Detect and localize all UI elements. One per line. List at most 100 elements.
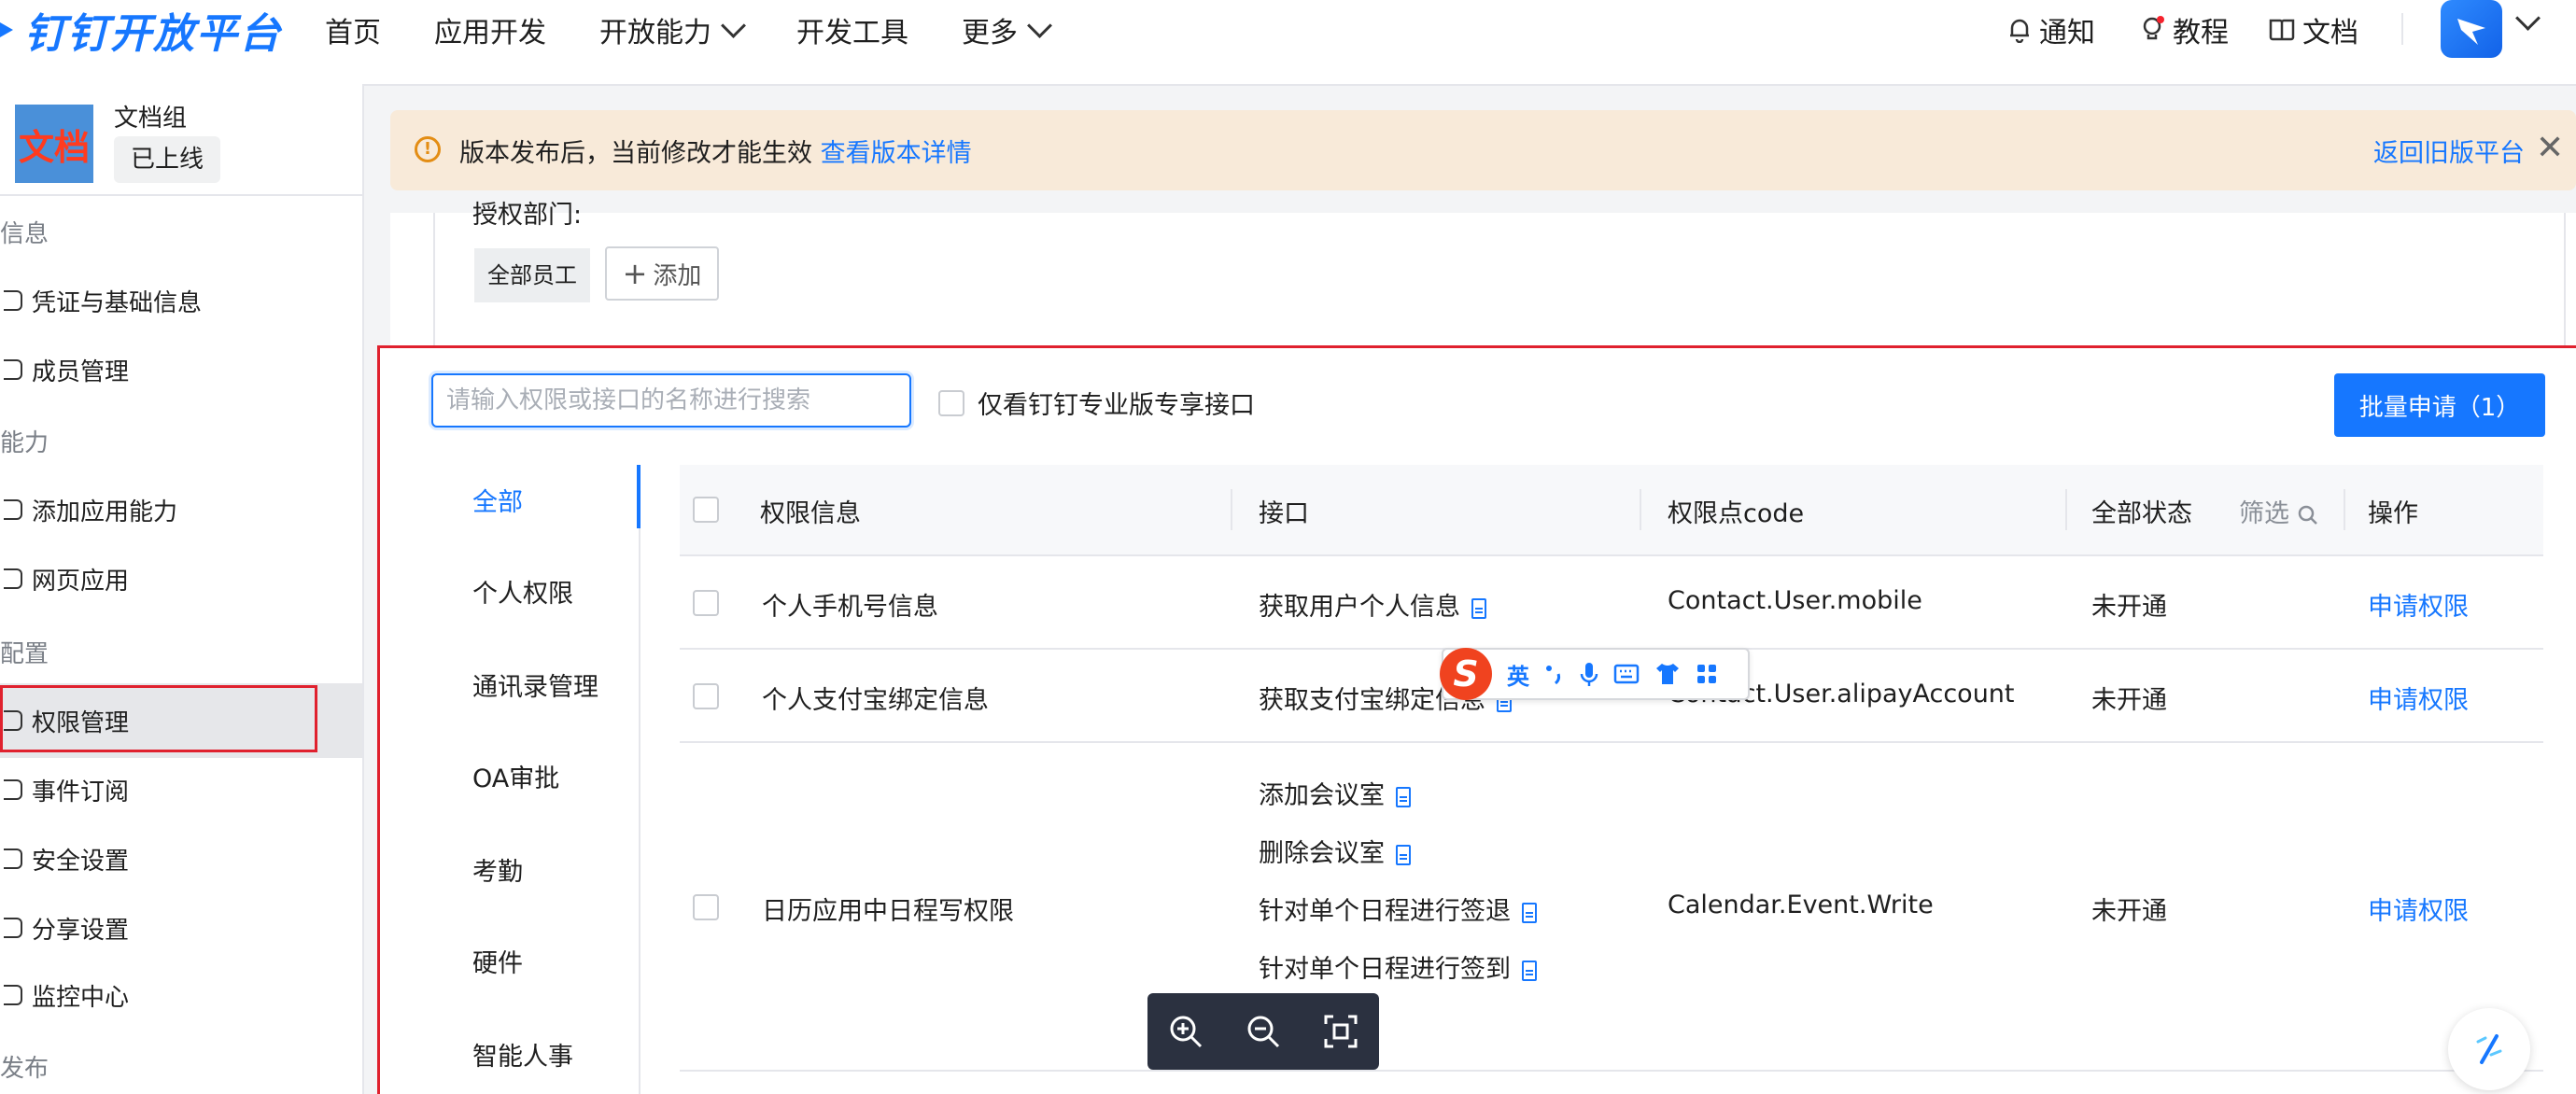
user-avatar[interactable] [2441, 0, 2502, 58]
row-checkbox[interactable] [693, 683, 719, 709]
dingtalk-avatar-icon [2457, 19, 2485, 45]
only-pro-filter[interactable]: 仅看钉钉专业版专享接口 [938, 385, 1255, 421]
apply-permission-link[interactable]: 申请权限 [2368, 586, 2469, 623]
keyboard-icon[interactable] [1613, 664, 1640, 684]
chevron-down-icon [1027, 12, 1052, 38]
header-separator [1231, 489, 1232, 530]
info-icon: ! [415, 136, 441, 162]
chevron-down-icon[interactable] [2515, 6, 2541, 31]
sidebar: 文档 文档组 已上线 信息 凭证与基础信息 成员管理 能力 添加应用能力 网页应… [0, 84, 364, 1094]
table-row: 日历应用中日程写权限 添加会议室 删除会议室 针对单个日程进行签退 针对单个日程… [680, 743, 2543, 1072]
nav-tutorial[interactable]: 教程 [2141, 9, 2229, 50]
sidebar-group-config: 配置 [0, 640, 49, 668]
api-link[interactable]: 添加会议室 [1259, 775, 1411, 811]
dept-label: 授权部门: [472, 201, 583, 228]
sidebar-item-permissions[interactable]: 权限管理 [0, 683, 362, 758]
fit-screen-button[interactable] [1318, 1009, 1363, 1054]
view-version-link[interactable]: 查看版本详情 [821, 139, 972, 168]
ime-language[interactable]: 英 [1507, 658, 1529, 691]
grid-menu-icon[interactable] [1696, 663, 1718, 685]
monitor-icon [4, 985, 22, 1005]
sidebar-item-security[interactable]: 安全设置 [0, 827, 362, 891]
apply-permission-link[interactable]: 申请权限 [2368, 891, 2469, 927]
document-icon[interactable] [1522, 902, 1537, 923]
nav-more[interactable]: 更多 [962, 9, 1052, 50]
close-icon[interactable]: ✕ [2536, 129, 2564, 167]
header-permission-info: 权限信息 [760, 499, 861, 528]
shield-icon [4, 849, 22, 869]
api-link[interactable]: 删除会议室 [1259, 833, 1411, 869]
document-icon[interactable] [1522, 960, 1537, 981]
fit-screen-icon [1324, 1015, 1358, 1048]
sidebar-item-event-subscription[interactable]: 事件订阅 [0, 758, 362, 821]
sidebar-group-capability: 能力 [0, 429, 49, 457]
category-contacts[interactable]: 通讯录管理 [472, 666, 598, 703]
web-icon [4, 568, 22, 589]
lock-icon [4, 710, 22, 731]
status-filter[interactable]: 筛选 [2239, 493, 2318, 529]
zoom-out-button[interactable] [1241, 1009, 1286, 1054]
permission-code: Calendar.Event.Write [1668, 891, 1934, 919]
row-checkbox[interactable] [693, 590, 719, 616]
api-link[interactable]: 针对单个日程进行签到 [1259, 948, 1537, 985]
nav-home[interactable]: 首页 [325, 9, 381, 50]
ime-toolbar[interactable]: S 英 [1440, 648, 1750, 700]
zoom-toolbar [1147, 993, 1379, 1070]
table-row: 个人手机号信息 获取用户个人信息 Contact.User.mobile 未开通… [680, 556, 2543, 650]
lightbulb-icon [2143, 16, 2164, 40]
apply-permission-link[interactable]: 申请权限 [2368, 680, 2469, 716]
ime-logo-icon[interactable]: S [1440, 648, 1492, 700]
sidebar-divider [0, 194, 362, 196]
select-all-checkbox[interactable] [693, 497, 719, 523]
add-dept-button[interactable]: + 添加 [605, 246, 719, 301]
sidebar-item-credentials[interactable]: 凭证与基础信息 [0, 269, 362, 332]
sidebar-item-add-capability[interactable]: 添加应用能力 [0, 478, 362, 541]
sidebar-item-members[interactable]: 成员管理 [0, 338, 362, 401]
zoom-in-button[interactable] [1163, 1009, 1208, 1054]
header-code: 权限点code [1668, 499, 1805, 528]
brand-logo[interactable]: 钉钉开放平台 [0, 4, 282, 58]
permission-search-input[interactable] [431, 373, 911, 428]
bell-icon [2010, 19, 2029, 43]
search-icon [2298, 505, 2317, 525]
permission-status: 未开通 [2091, 593, 2167, 622]
sidebar-group-info: 信息 [0, 220, 49, 248]
nav-open-capability[interactable]: 开放能力 [599, 9, 746, 50]
category-personal[interactable]: 个人权限 [472, 573, 573, 610]
only-pro-checkbox[interactable] [938, 389, 964, 416]
category-oa-approval[interactable]: OA审批 [472, 758, 559, 794]
header-separator [1640, 489, 1641, 530]
document-icon[interactable] [1396, 844, 1411, 865]
sidebar-item-share[interactable]: 分享设置 [0, 896, 362, 960]
app-icon: 文档 [15, 105, 93, 183]
api-link[interactable]: 针对单个日程进行签退 [1259, 891, 1537, 927]
ai-assistant-icon [2476, 1034, 2502, 1064]
category-hardware[interactable]: 硬件 [472, 943, 523, 979]
app-name: 文档组 [114, 105, 188, 133]
microphone-icon[interactable] [1580, 661, 1598, 687]
api-link[interactable]: 获取用户个人信息 [1259, 586, 1486, 623]
sidebar-item-web-app[interactable]: 网页应用 [0, 547, 362, 610]
assistant-float-button[interactable] [2448, 1008, 2530, 1090]
skin-shirt-icon[interactable] [1654, 662, 1681, 686]
nav-dev-tools[interactable]: 开发工具 [796, 9, 908, 50]
category-smart-hr[interactable]: 智能人事 [472, 1036, 573, 1073]
document-icon[interactable] [1396, 786, 1411, 807]
nav-docs[interactable]: 文档 [2269, 9, 2358, 50]
punctuation-icon[interactable] [1544, 663, 1565, 685]
nav-app-dev[interactable]: 应用开发 [434, 9, 546, 50]
row-checkbox[interactable] [693, 894, 719, 920]
back-to-old-platform-link[interactable]: 返回旧版平台 [2373, 133, 2525, 169]
document-icon[interactable] [1471, 597, 1486, 619]
category-active-indicator [637, 465, 640, 528]
batch-apply-button[interactable]: 批量申请（1） [2334, 373, 2545, 437]
header-separator [2065, 489, 2067, 530]
header-status: 全部状态 [2091, 499, 2192, 528]
nav-notifications[interactable]: 通知 [2007, 9, 2095, 50]
category-all[interactable]: 全部 [472, 482, 523, 518]
category-attendance[interactable]: 考勤 [472, 851, 523, 888]
nav-divider [2401, 13, 2403, 45]
chevron-down-icon [721, 12, 746, 38]
sidebar-item-monitor[interactable]: 监控中心 [0, 963, 362, 1027]
zoom-in-icon [1170, 1016, 1203, 1048]
